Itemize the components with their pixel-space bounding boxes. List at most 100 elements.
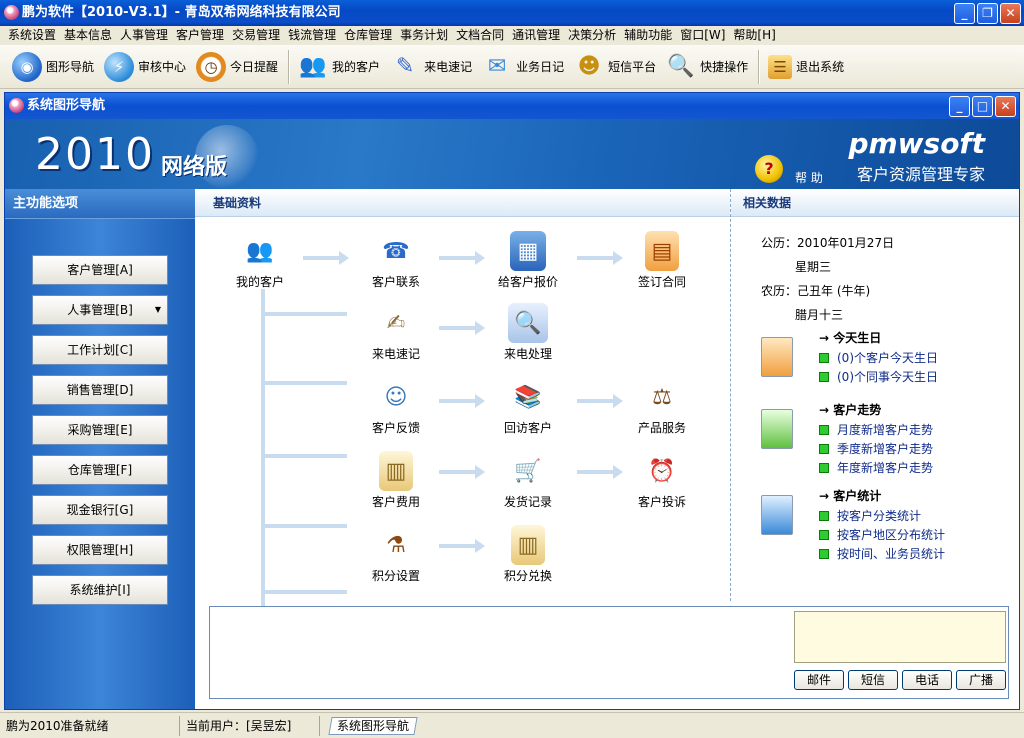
customer-birthday-link[interactable]: (0)个客户今天生日 (819, 349, 938, 366)
menu-warehouse[interactable]: 仓库管理 (340, 26, 396, 45)
calendar-blue-icon (761, 495, 793, 535)
node-sign-contract[interactable]: ▤ 签订合同 (617, 231, 707, 290)
clock-calendar-icon: ⏰ (648, 458, 676, 484)
menu-help[interactable]: 帮助[H] (729, 26, 779, 45)
nav-customer-management[interactable]: 客户管理[A] (32, 255, 168, 285)
toolbar-audit-center-button[interactable]: ⚡ 审核中心 (100, 48, 192, 86)
banner-edition: 网络版 (161, 155, 228, 180)
toolbar-graphic-nav-button[interactable]: ◉ 图形导航 (8, 48, 100, 86)
window-tab-graphic-nav[interactable]: 系统图形导航 (328, 716, 418, 735)
sms-button[interactable]: 短信 (848, 670, 898, 690)
menu-trade[interactable]: 交易管理 (228, 26, 284, 45)
node-points-redeem[interactable]: ▥ 积分兑换 (483, 525, 573, 584)
menu-analysis[interactable]: 决策分析 (564, 26, 620, 45)
green-square-icon (819, 353, 829, 363)
node-customer-feedback[interactable]: ☺ 客户反馈 (351, 377, 441, 436)
inner-close-button[interactable]: ✕ (995, 96, 1016, 117)
green-square-icon (819, 549, 829, 559)
node-customer-quote[interactable]: ▦ 给客户报价 (483, 231, 573, 290)
monthly-trend-link[interactable]: 月度新增客户走势 (819, 421, 933, 438)
toolbar: ◉ 图形导航 ⚡ 审核中心 ◷ 今日提醒 👥 我的客户 ✎ 来电速记 ✉ 业务日… (0, 45, 1024, 89)
banner-year: 2010 (35, 129, 155, 180)
nav-warehouse-management[interactable]: 仓库管理[F] (32, 455, 168, 485)
customers-icon: 👥 (246, 238, 274, 264)
menu-communication[interactable]: 通讯管理 (508, 26, 564, 45)
envelope-icon: ✉ (487, 54, 507, 79)
menu-plan[interactable]: 事务计划 (396, 26, 452, 45)
node-customer-contact[interactable]: ☎ 客户联系 (351, 231, 441, 290)
restore-button[interactable]: ❐ (977, 3, 998, 24)
menu-hr[interactable]: 人事管理 (116, 26, 172, 45)
node-call-note[interactable]: ✍ 来电速记 (351, 303, 441, 362)
inner-maximize-button[interactable]: □ (972, 96, 993, 117)
magnifier-icon: 🔍 (667, 54, 695, 79)
left-panel-title: 主功能选项 (5, 189, 195, 219)
inner-minimize-button[interactable]: _ (949, 96, 970, 117)
flow-connector (261, 524, 347, 528)
graphic-nav-window: 系统图形导航 _ □ ✕ 2010 网络版 pmwsoft 客户资源管理专家 ?… (4, 92, 1020, 710)
nav-permission-management[interactable]: 权限管理[H] (32, 535, 168, 565)
menu-basic-info[interactable]: 基本信息 (60, 26, 116, 45)
quarterly-trend-link[interactable]: 季度新增客户走势 (819, 440, 933, 457)
nav-sales-management[interactable]: 销售管理[D] (32, 375, 168, 405)
related-data-panel: 相关数据 公历：2010年01月27日 星期三 农历：己丑年 (牛年) 腊月十三… (730, 189, 1019, 601)
toolbar-sms-platform-button[interactable]: ☻ 短信平台 (570, 48, 662, 86)
menu-system-settings[interactable]: 系统设置 (4, 26, 60, 45)
menu-aux[interactable]: 辅助功能 (620, 26, 676, 45)
nav-hr-management[interactable]: 人事管理[B] ▼ (32, 295, 168, 325)
spreadsheet-icon: ▤ (645, 231, 679, 271)
node-my-customers[interactable]: 👥 我的客户 (215, 231, 305, 290)
menu-window[interactable]: 窗口[W] (676, 26, 729, 45)
toolbar-today-reminder-button[interactable]: ◷ 今日提醒 (192, 48, 284, 86)
documents-icon: ▥ (379, 451, 413, 491)
status-bar: 鹏为2010准备就绪 当前用户：[吴昱宏] 系统图形导航 (0, 712, 1024, 738)
time-salesman-stats-link[interactable]: 按时间、业务员统计 (819, 545, 945, 562)
node-product-service[interactable]: ⚖ 产品服务 (617, 377, 707, 436)
toolbar-my-customers-button[interactable]: 👥 我的客户 (294, 48, 386, 86)
toolbar-exit-button[interactable]: ☰ 退出系统 (764, 48, 850, 86)
mail-button[interactable]: 邮件 (794, 670, 844, 690)
menu-documents[interactable]: 文档合同 (452, 26, 508, 45)
lunar-day: 腊月十三 (795, 308, 844, 322)
people-icon: 👥 (299, 54, 327, 79)
menu-cashflow[interactable]: 钱流管理 (284, 26, 340, 45)
stats-title: → 客户统计 (819, 489, 882, 503)
contact-icon: ☎ (382, 238, 410, 264)
colleague-birthday-link[interactable]: (0)个同事今天生日 (819, 368, 938, 385)
yearly-trend-link[interactable]: 年度新增客户走势 (819, 459, 933, 476)
node-call-handle[interactable]: 🔍 来电处理 (483, 303, 573, 362)
help-link[interactable]: 帮 助 (795, 169, 823, 186)
note-box[interactable] (794, 611, 1006, 663)
node-delivery-record[interactable]: 🛒 发货记录 (483, 451, 573, 510)
flow-connector (261, 454, 347, 458)
toolbar-quick-action-button[interactable]: 🔍 快捷操作 (662, 48, 754, 86)
green-square-icon (819, 372, 829, 382)
menu-customer[interactable]: 客户管理 (172, 26, 228, 45)
magnifier-icon: 🔍 (508, 303, 548, 343)
phone-button[interactable]: 电话 (902, 670, 952, 690)
toolbar-business-diary-button[interactable]: ✉ 业务日记 (478, 48, 570, 86)
minimize-button[interactable]: _ (954, 3, 975, 24)
green-square-icon (819, 463, 829, 473)
help-smiley-icon[interactable]: ? (755, 155, 783, 183)
lightning-globe-icon: ⚡ (104, 51, 135, 82)
category-stats-link[interactable]: 按客户分类统计 (819, 507, 921, 524)
trend-title: → 客户走势 (819, 403, 882, 417)
solar-date: 公历：2010年01月27日 (761, 236, 895, 250)
nav-work-plan[interactable]: 工作计划[C] (32, 335, 168, 365)
nav-cash-bank[interactable]: 现金银行[G] (32, 495, 168, 525)
nav-system-maintenance[interactable]: 系统维护[I] (32, 575, 168, 605)
node-customer-expense[interactable]: ▥ 客户费用 (351, 451, 441, 510)
node-customer-complaint[interactable]: ⏰ 客户投诉 (617, 451, 707, 510)
exit-icon: ☰ (768, 54, 793, 79)
close-button[interactable]: ✕ (1000, 3, 1021, 24)
region-stats-link[interactable]: 按客户地区分布统计 (819, 526, 945, 543)
inner-titlebar: 系统图形导航 _ □ ✕ (5, 93, 1019, 119)
app-titlebar: 鹏为软件【2010-V3.1】- 青岛双希网络科技有限公司 _ ❐ ✕ (0, 0, 1024, 26)
toolbar-call-note-button[interactable]: ✎ 来电速记 (386, 48, 478, 86)
node-revisit-customer[interactable]: 📚 回访客户 (483, 377, 573, 436)
node-points-setting[interactable]: ⚗ 积分设置 (351, 525, 441, 584)
flow-arrow-icon (439, 394, 485, 408)
nav-purchase-management[interactable]: 采购管理[E] (32, 415, 168, 445)
broadcast-button[interactable]: 广播 (956, 670, 1006, 690)
